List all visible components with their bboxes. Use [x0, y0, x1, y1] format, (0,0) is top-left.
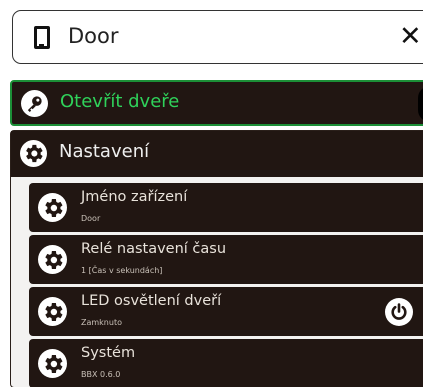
settings-header[interactable]: Nastavení [11, 131, 423, 177]
key-icon [21, 90, 48, 117]
open-door-edge-handle [418, 86, 423, 122]
item-title: Relé nastavení času [81, 241, 227, 257]
device-header: Door ✕ [12, 10, 423, 64]
gear-icon [20, 140, 47, 167]
gear-icon [38, 297, 67, 326]
open-door-button[interactable]: Otevřít dveře [10, 80, 423, 126]
settings-item-device-name[interactable]: Jméno zařízení Door [29, 183, 423, 232]
gear-icon [38, 349, 67, 378]
item-subtitle: Zamknuto [81, 318, 122, 327]
item-subtitle: BBX 0.6.0 [81, 370, 121, 379]
item-title: Jméno zařízení [81, 189, 188, 205]
settings-item-system[interactable]: Systém BBX 0.6.0 [29, 339, 423, 387]
settings-item-led-lighting[interactable]: LED osvětlení dveří Zamknuto [29, 287, 423, 336]
power-toggle-button[interactable] [385, 298, 413, 326]
settings-item-relay-time[interactable]: Relé nastavení času 1 [Čas v sekundách] [29, 235, 423, 284]
settings-section: Nastavení Jméno zařízení Door Relé nasta… [10, 130, 423, 387]
settings-label: Nastavení [59, 141, 150, 162]
phone-icon [34, 26, 50, 49]
close-icon[interactable]: ✕ [399, 20, 422, 54]
power-icon [391, 303, 407, 320]
open-door-label: Otevřít dveře [60, 91, 180, 112]
gear-icon [38, 193, 67, 222]
gear-icon [38, 245, 67, 274]
item-title: Systém [81, 345, 136, 361]
item-title: LED osvětlení dveří [81, 293, 222, 309]
item-subtitle: Door [81, 214, 101, 223]
item-subtitle: 1 [Čas v sekundách] [81, 266, 163, 275]
device-title: Door [68, 24, 119, 48]
